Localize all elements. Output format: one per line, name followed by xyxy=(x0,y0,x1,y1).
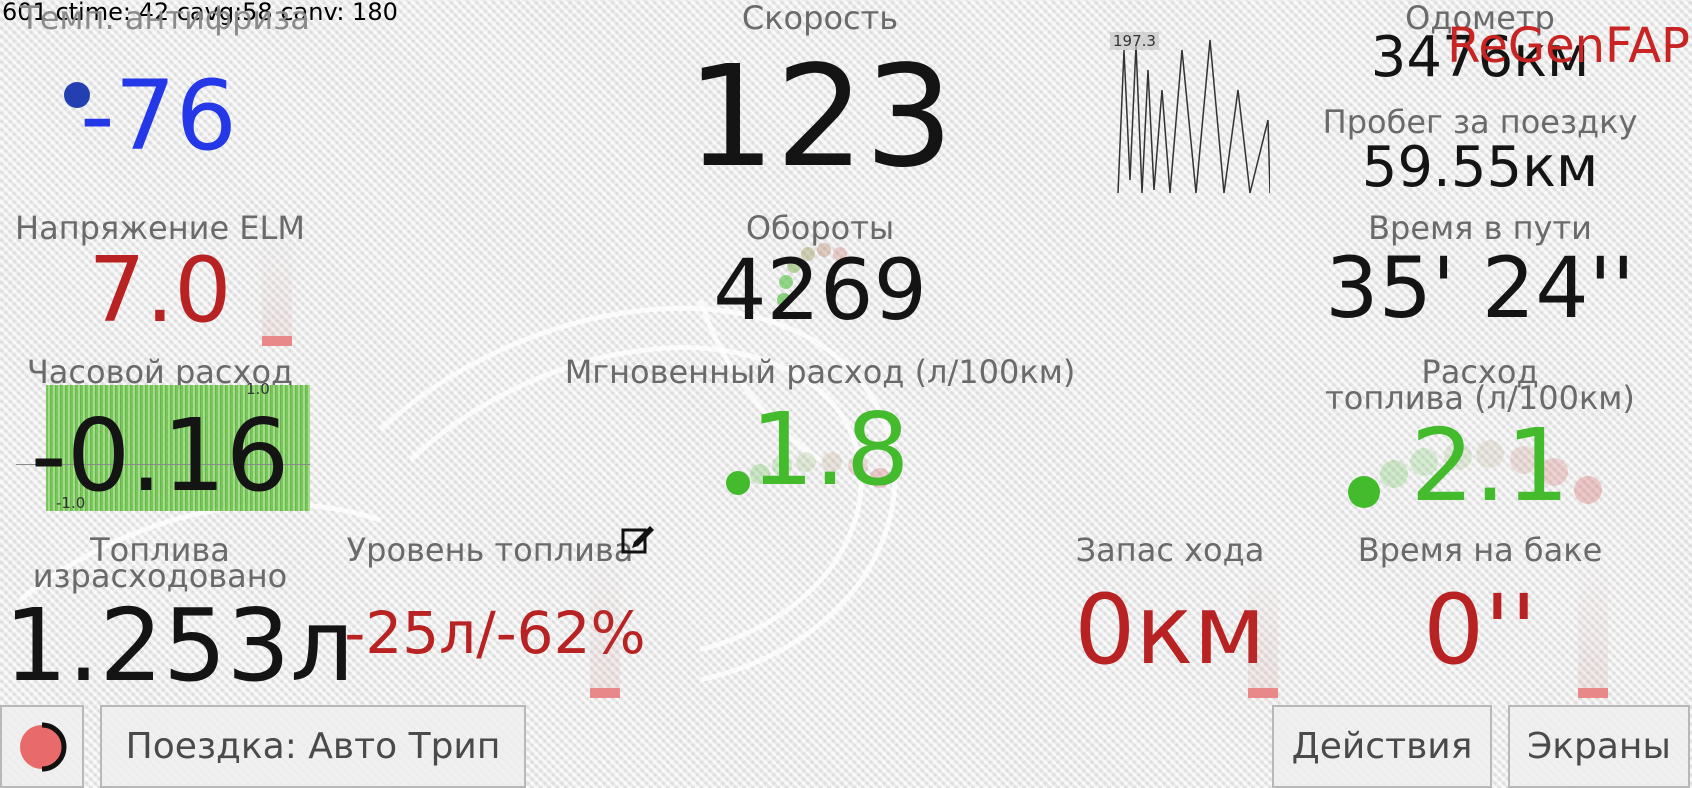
record-icon xyxy=(20,722,67,771)
speed-value: 123 xyxy=(686,36,954,199)
speed-sparkline-graph xyxy=(1117,39,1271,194)
actions-button[interactable]: Действия xyxy=(1272,705,1492,788)
fuel-level-bar xyxy=(590,560,620,698)
coolant-temp-value: -76 xyxy=(80,60,237,172)
trip-select-button[interactable]: Поездка: Авто Трип xyxy=(100,705,526,788)
range-bar-cap xyxy=(1248,688,1278,698)
screens-button[interactable]: Экраны xyxy=(1508,705,1690,788)
sparkline-max-label: 197.3 xyxy=(1110,32,1159,50)
fuel-level-bar-cap xyxy=(590,688,620,698)
coolant-temp-label: Темп. антифриза xyxy=(20,0,310,37)
regenfap-overlay-text: ReGenFAP xyxy=(1447,18,1690,74)
elm-voltage-bar-cap xyxy=(262,336,292,346)
instant-consumption-value: 1.8 xyxy=(750,391,910,508)
edit-icon[interactable] xyxy=(620,522,656,558)
elm-voltage-value: 7.0 xyxy=(88,238,232,343)
speed-sparkline: 197.3 xyxy=(1110,30,1271,195)
avg-consumption-value: 2.1 xyxy=(1410,407,1570,524)
range-bar xyxy=(1248,560,1278,698)
instant-consumption-label: Мгновенный расход (л/100км) xyxy=(564,353,1076,391)
fuel-used-value: 1.253л xyxy=(4,587,355,704)
time-on-tank-bar-cap xyxy=(1578,688,1608,698)
graph-max-label: 1.0 xyxy=(246,380,270,398)
trip-time-value: 35' 24'' xyxy=(1325,239,1635,337)
time-on-tank-bar xyxy=(1578,560,1608,698)
hourly-consumption-value: -0.16 xyxy=(30,397,290,514)
trip-distance-value: 59.55км xyxy=(1361,135,1599,200)
speed-label: Скорость xyxy=(741,0,899,37)
record-button[interactable] xyxy=(0,705,84,788)
elm-voltage-bar xyxy=(262,240,292,346)
rpm-value: 4269 xyxy=(713,241,927,339)
trip-distance-label: Пробег за поездку xyxy=(1322,103,1638,141)
